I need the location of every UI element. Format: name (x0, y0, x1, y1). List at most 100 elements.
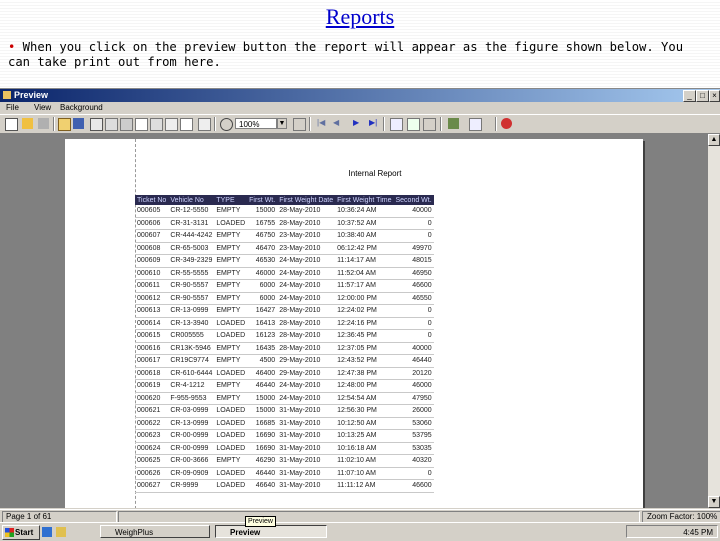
column-header: First Weight Date (277, 195, 336, 205)
table-cell: 46000 (393, 379, 434, 393)
print-setup-icon[interactable] (5, 118, 18, 131)
table-cell: 12:54:54 AM (335, 392, 394, 405)
table-cell: 31-May-2010 (277, 442, 336, 455)
column-header: Vehicle No (168, 195, 215, 205)
preview-area[interactable]: Internal Report Ticket No Vehicle No TYPE F… (0, 134, 708, 508)
prev-page-icon[interactable]: ◀ (333, 118, 344, 129)
background-icon[interactable] (448, 118, 459, 129)
table-cell: 16755 (247, 217, 278, 230)
table-cell: 000609 (135, 254, 169, 268)
scroll-down-icon[interactable]: ▼ (708, 496, 720, 508)
table-cell: CR-90-5557 (168, 292, 215, 305)
table-cell: 31-May-2010 (277, 479, 336, 493)
zoom-out-icon[interactable] (198, 118, 211, 131)
table-row: 000608 CR-65-5003 EMPTY 46470 23-May-2010 06:… (135, 242, 434, 255)
table-cell: 53060 (393, 417, 434, 430)
table-cell: 31-May-2010 (277, 454, 336, 468)
menu-view[interactable]: View (34, 102, 51, 113)
table-row: 000622 CR-13-0999 LOADED 16685 31-May-2010 10… (135, 417, 434, 430)
print-icon[interactable] (90, 118, 103, 131)
table-cell: CR-13-0999 (168, 417, 215, 430)
first-page-icon[interactable]: |◀ (317, 118, 328, 129)
table-cell: 31-May-2010 (277, 429, 336, 443)
table-row: 000623 CR-00-0999 LOADED 16690 31-May-2010 10… (135, 429, 434, 443)
clock[interactable]: 4:45 PM (683, 528, 713, 537)
last-page-icon[interactable]: ▶| (369, 118, 380, 129)
close-button[interactable]: × (709, 90, 720, 102)
menu-background[interactable]: Background (60, 102, 103, 113)
table-cell: 000606 (135, 217, 169, 230)
multi-page-icon[interactable] (165, 118, 178, 131)
fit-icon[interactable] (293, 118, 306, 131)
zoom-select[interactable]: 100% (235, 118, 277, 129)
table-cell: 28-May-2010 (277, 317, 336, 330)
table-cell: 000625 (135, 454, 169, 468)
chevron-down-icon[interactable]: ▼ (277, 118, 287, 129)
table-cell: EMPTY (214, 254, 248, 268)
tree-icon[interactable] (407, 118, 420, 131)
table-cell: 000614 (135, 317, 169, 330)
refresh-icon[interactable] (423, 118, 436, 131)
table-cell: LOADED (214, 217, 248, 230)
table-cell: 40000 (393, 342, 434, 355)
menu-file[interactable]: File (6, 102, 19, 113)
task-weighplus[interactable]: WeighPlus (100, 525, 210, 538)
page-width-icon[interactable] (180, 118, 193, 131)
next-page-icon[interactable]: ▶ (353, 118, 364, 129)
copy-icon[interactable] (120, 118, 133, 131)
menu-bar: File View Background (0, 102, 720, 113)
page-icon[interactable] (135, 118, 148, 131)
vertical-scrollbar[interactable]: ▲ ▼ (708, 134, 720, 508)
table-cell: 000627 (135, 479, 169, 493)
table-cell: EMPTY (214, 229, 248, 243)
table-cell: 0 (393, 217, 434, 230)
quicklaunch-desktop-icon[interactable] (56, 527, 66, 537)
table-cell: CR005555 (168, 329, 215, 343)
export-icon[interactable] (22, 118, 33, 129)
scroll-up-icon[interactable]: ▲ (708, 134, 720, 146)
stop-icon[interactable] (501, 118, 512, 129)
table-cell: 24-May-2010 (277, 267, 336, 280)
view-options-icon[interactable] (469, 118, 482, 131)
bookmark-icon[interactable] (390, 118, 403, 131)
table-cell: 12:47:38 PM (335, 367, 394, 380)
table-cell: 28-May-2010 (277, 217, 336, 230)
table-cell: 11:07:10 AM (335, 467, 394, 480)
table-cell: 16690 (247, 442, 278, 455)
mail-icon[interactable] (38, 118, 49, 129)
table-cell: 000605 (135, 205, 169, 218)
start-button[interactable]: Start (2, 525, 40, 540)
table-cell: CR-00-0999 (168, 442, 215, 455)
maximize-button[interactable]: □ (696, 90, 709, 102)
table-cell: 23-May-2010 (277, 229, 336, 243)
table-row: 000618 CR-610-6444 LOADED 46400 29-May-2010 1… (135, 367, 434, 380)
zoom-icon[interactable] (220, 118, 233, 131)
table-cell: EMPTY (214, 379, 248, 393)
quicklaunch-ie-icon[interactable] (42, 527, 52, 537)
table-cell: CR-9999 (168, 479, 215, 493)
table-cell: 10:38:40 AM (335, 229, 394, 243)
page-setup-icon[interactable] (105, 118, 118, 131)
save-icon[interactable] (73, 118, 84, 129)
start-label: Start (15, 528, 34, 537)
table-cell: LOADED (214, 317, 248, 330)
table-cell: 46440 (247, 379, 278, 393)
table-cell: LOADED (214, 442, 248, 455)
separator (383, 117, 385, 131)
table-cell: 46440 (247, 467, 278, 480)
separator (440, 117, 442, 131)
table-cell: 16427 (247, 304, 278, 318)
slide-title[interactable]: Reports (0, 4, 720, 30)
open-icon[interactable] (58, 118, 71, 131)
table-cell: 10:16:18 AM (335, 442, 394, 455)
table-row: 000619 CR-4-1212 EMPTY 46440 24-May-2010 12:4… (135, 379, 434, 393)
table-cell: EMPTY (214, 205, 248, 218)
two-pages-icon[interactable] (150, 118, 163, 131)
window-titlebar[interactable]: Preview _ □ × (0, 89, 720, 102)
table-cell: 46600 (393, 279, 434, 293)
window-title: Preview (14, 90, 49, 100)
minimize-button[interactable]: _ (683, 90, 696, 102)
table-cell: 46950 (393, 267, 434, 280)
table-row: 000610 CR-55-5555 EMPTY 46000 24-May-2010 11:… (135, 267, 434, 280)
table-cell: 000617 (135, 354, 169, 368)
